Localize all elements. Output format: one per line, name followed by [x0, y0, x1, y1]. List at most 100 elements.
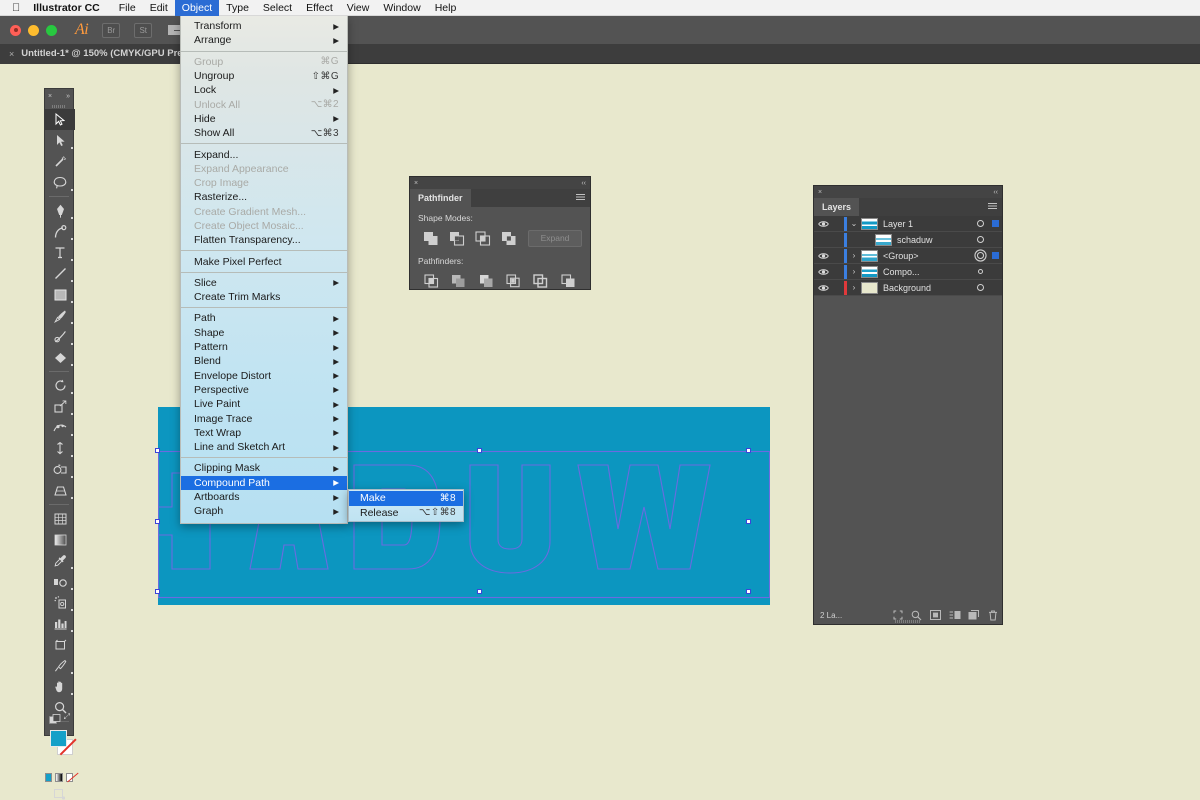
menu-item-shape[interactable]: Shape ▶	[181, 326, 347, 340]
blend-tool[interactable]	[45, 571, 75, 592]
rotate-tool[interactable]	[45, 375, 75, 396]
menu-item-artboards[interactable]: Artboards ▶	[181, 490, 347, 504]
target-indicator[interactable]	[972, 284, 988, 291]
submenu-item-release[interactable]: Release ⌥⇧⌘8	[349, 506, 463, 521]
menu-item-window[interactable]: Window	[376, 0, 427, 16]
search-layer-icon[interactable]	[907, 610, 926, 621]
visibility-toggle-icon[interactable]	[814, 284, 832, 292]
scale-tool[interactable]	[45, 396, 75, 417]
menu-item-compound-path[interactable]: Compound Path ▶	[181, 475, 347, 490]
paintbrush-tool[interactable]	[45, 305, 75, 326]
close-window-button[interactable]	[10, 24, 21, 36]
menu-item-clipping-mask[interactable]: Clipping Mask ▶	[181, 461, 347, 475]
disclosure-triangle-open-icon[interactable]: ⌄	[847, 219, 861, 228]
disclosure-triangle-closed-icon[interactable]: ›	[847, 283, 861, 292]
close-icon[interactable]: ×	[414, 180, 418, 187]
gradient-tool[interactable]	[45, 529, 75, 550]
layer-name[interactable]: <Group>	[883, 251, 972, 261]
type-tool[interactable]	[45, 242, 75, 263]
panel-menu-icon[interactable]	[576, 194, 585, 201]
gradient-swatch-icon[interactable]	[55, 773, 63, 782]
menu-item-show-all[interactable]: Show All ⌥⌘3	[181, 126, 347, 140]
tab-pathfinder[interactable]: Pathfinder	[410, 189, 471, 207]
create-new-layer-icon[interactable]	[964, 610, 983, 620]
panel-menu-icon[interactable]	[988, 203, 997, 210]
delete-selection-icon[interactable]	[983, 610, 1002, 621]
artboard-tool[interactable]	[45, 634, 75, 655]
hand-tool[interactable]	[45, 676, 75, 697]
layer-row[interactable]: schaduw	[814, 232, 1002, 248]
menu-item-help[interactable]: Help	[428, 0, 464, 16]
menu-item-select[interactable]: Select	[256, 0, 299, 16]
unite-icon[interactable]	[418, 228, 444, 248]
menu-item-edit[interactable]: Edit	[143, 0, 175, 16]
pen-tool[interactable]	[45, 200, 75, 221]
menu-item-perspective[interactable]: Perspective ▶	[181, 383, 347, 397]
menu-item-object[interactable]: Object	[174, 0, 220, 16]
exclude-icon[interactable]	[496, 228, 522, 248]
layer-row[interactable]: › <Group>	[814, 248, 1002, 264]
curvature-tool[interactable]	[45, 221, 75, 242]
layers-panel[interactable]: × ‹‹ Layers ⌄ Layer 1 schaduw › <Group> …	[813, 185, 1003, 625]
mesh-tool[interactable]	[45, 508, 75, 529]
submenu-item-make[interactable]: Make ⌘8	[349, 491, 463, 506]
layers-list[interactable]: ⌄ Layer 1 schaduw › <Group> › Compo... ›…	[814, 216, 1002, 296]
menu-item-path[interactable]: Path ▶	[181, 311, 347, 325]
selection-handle[interactable]	[746, 589, 751, 594]
disclosure-triangle-closed-icon[interactable]: ›	[847, 267, 861, 276]
tab-layers[interactable]: Layers	[814, 198, 860, 216]
shape-modes-row[interactable]: Expand	[418, 228, 582, 248]
column-graph-tool[interactable]	[45, 613, 75, 634]
menu-item-image-trace[interactable]: Image Trace ▶	[181, 411, 347, 425]
eraser-tool[interactable]	[45, 347, 75, 368]
minus-front-icon[interactable]	[444, 228, 470, 248]
visibility-toggle-icon[interactable]	[814, 220, 832, 228]
menu-item-illustrator-cc[interactable]: Illustrator CC	[29, 0, 112, 16]
bridge-button[interactable]: Br	[102, 22, 121, 38]
divide-icon[interactable]	[418, 271, 445, 291]
trim-icon[interactable]	[445, 271, 472, 291]
window-controls[interactable]	[0, 24, 57, 36]
menu-item-create-trim-marks[interactable]: Create Trim Marks	[181, 290, 347, 304]
menu-item-rasterize[interactable]: Rasterize...	[181, 190, 347, 204]
menu-item-type[interactable]: Type	[219, 0, 256, 16]
pathfinder-panel[interactable]: × ‹‹ Pathfinder Shape Modes: Expand Path…	[409, 176, 591, 290]
menu-item-effect[interactable]: Effect	[299, 0, 340, 16]
layers-panel-resize-grip[interactable]	[895, 620, 921, 623]
menu-item-hide[interactable]: Hide ▶	[181, 112, 347, 126]
stock-button[interactable]: St	[134, 22, 153, 38]
menu-item-view[interactable]: View	[340, 0, 377, 16]
menu-item-live-paint[interactable]: Live Paint ▶	[181, 397, 347, 411]
menu-item-make-pixel-perfect[interactable]: Make Pixel Perfect	[181, 254, 347, 268]
tools-panel[interactable]: × » ⤢	[44, 88, 75, 800]
crop-icon[interactable]	[500, 271, 527, 291]
selection-handle[interactable]	[155, 519, 160, 524]
selection-handle[interactable]	[746, 448, 751, 453]
slice-tool[interactable]	[45, 655, 75, 676]
menu-item-lock[interactable]: Lock ▶	[181, 83, 347, 97]
disclosure-triangle-closed-icon[interactable]: ›	[847, 251, 861, 260]
layer-name[interactable]: schaduw	[897, 235, 972, 245]
selection-handle[interactable]	[477, 589, 482, 594]
layers-panel-tabs[interactable]: Layers	[814, 198, 1002, 216]
layer-row[interactable]: ⌄ Layer 1	[814, 216, 1002, 232]
minimize-window-button[interactable]	[28, 24, 39, 36]
layer-name[interactable]: Compo...	[883, 267, 972, 277]
target-indicator[interactable]	[972, 252, 988, 259]
menu-item-graph[interactable]: Graph ▶	[181, 504, 347, 518]
menu-item-arrange[interactable]: Arrange ▶	[181, 33, 347, 47]
outline-icon[interactable]	[527, 271, 554, 291]
menu-item-text-wrap[interactable]: Text Wrap ▶	[181, 426, 347, 440]
merge-icon[interactable]	[473, 271, 500, 291]
close-icon[interactable]: ×	[818, 189, 822, 196]
menu-item-blend[interactable]: Blend ▶	[181, 354, 347, 368]
intersect-icon[interactable]	[470, 228, 496, 248]
symbol-sprayer-tool[interactable]	[45, 592, 75, 613]
layer-row[interactable]: › Background	[814, 280, 1002, 296]
color-swatch-icon[interactable]	[45, 773, 53, 782]
layer-name[interactable]: Background	[883, 283, 972, 293]
fill-swatch[interactable]	[50, 730, 67, 747]
selection-handle[interactable]	[155, 589, 160, 594]
apple-logo-icon[interactable]: 	[0, 0, 29, 16]
selection-handle[interactable]	[746, 519, 751, 524]
